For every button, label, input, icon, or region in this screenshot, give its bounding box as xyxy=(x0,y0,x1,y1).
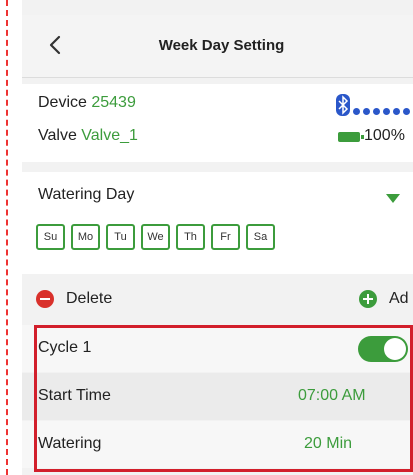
valve-row: Valve Valve_1 xyxy=(38,127,138,145)
day-toggle-wednesday[interactable]: We xyxy=(141,224,170,250)
page-title: Week Day Setting xyxy=(158,37,285,54)
valve-label: Valve xyxy=(38,127,77,144)
device-info-panel: Device 25439 Valve Valve_1 100% xyxy=(22,84,413,162)
signal-dot xyxy=(393,108,400,115)
watering-day-title: Watering Day xyxy=(38,186,135,203)
day-toggle-saturday[interactable]: Sa xyxy=(246,224,275,250)
watering-day-panel: Watering Day Su Mo Tu We Th Fr Sa xyxy=(22,172,413,274)
dropdown-arrow-icon[interactable] xyxy=(386,194,400,203)
device-label: Device xyxy=(38,94,87,111)
signal-dot xyxy=(353,108,360,115)
device-id: 25439 xyxy=(91,94,136,111)
day-toggle-thursday[interactable]: Th xyxy=(176,224,205,250)
battery-percent: 100% xyxy=(364,127,405,144)
signal-dot xyxy=(373,108,380,115)
bluetooth-icon xyxy=(336,94,350,116)
delete-button[interactable]: Delete xyxy=(66,290,112,308)
navigation-bar: Week Day Setting xyxy=(22,15,413,78)
cycle-actions-bar: Delete Ad xyxy=(22,282,413,318)
add-button[interactable]: Ad xyxy=(389,290,409,308)
highlight-frame xyxy=(34,325,413,472)
day-toggle-monday[interactable]: Mo xyxy=(71,224,100,250)
device-row: Device 25439 xyxy=(38,94,136,112)
signal-dot xyxy=(363,108,370,115)
signal-strength-indicator xyxy=(353,102,413,120)
day-selector: Su Mo Tu We Th Fr Sa xyxy=(36,224,275,250)
day-toggle-tuesday[interactable]: Tu xyxy=(106,224,135,250)
signal-dot xyxy=(383,108,390,115)
battery-icon xyxy=(338,132,364,142)
signal-dot xyxy=(403,108,410,115)
delete-icon[interactable] xyxy=(36,290,54,308)
add-icon[interactable] xyxy=(359,290,377,308)
day-toggle-sunday[interactable]: Su xyxy=(36,224,65,250)
dashed-guide-line xyxy=(6,0,8,475)
valve-name: Valve_1 xyxy=(81,127,138,144)
day-toggle-friday[interactable]: Fr xyxy=(211,224,240,250)
